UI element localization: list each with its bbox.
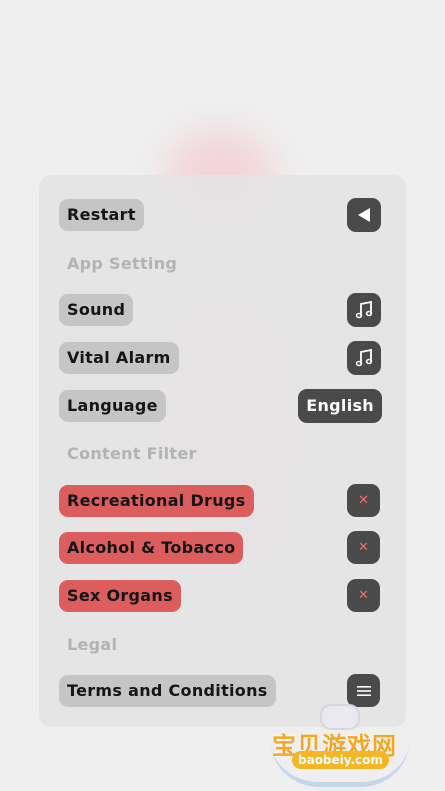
close-icon: ✕: [358, 540, 369, 555]
settings-screen: Restart App Setting Sound Vital Alarm La…: [0, 0, 445, 791]
filter-row-sex-organs: Sex Organs ✕: [59, 579, 380, 612]
filter-alcohol-toggle[interactable]: ✕: [347, 531, 380, 564]
language-select-button[interactable]: English: [298, 389, 382, 423]
section-app-setting: App Setting: [67, 254, 178, 273]
menu-icon: [356, 685, 371, 696]
filter-sex-organs-toggle[interactable]: ✕: [347, 579, 380, 612]
settings-panel: Restart App Setting Sound Vital Alarm La…: [39, 175, 406, 727]
sound-toggle-button[interactable]: [347, 293, 381, 327]
vital-alarm-row: Vital Alarm: [59, 341, 381, 375]
back-triangle-icon: [358, 208, 370, 222]
sound-row: Sound: [59, 293, 381, 327]
language-row: Language English: [59, 389, 382, 423]
filter-row-alcohol: Alcohol & Tobacco ✕: [59, 531, 380, 564]
close-icon: ✕: [358, 588, 369, 603]
filter-row-drugs: Recreational Drugs ✕: [59, 484, 380, 517]
filter-alcohol-tobacco[interactable]: Alcohol & Tobacco: [59, 531, 244, 564]
section-content-filter: Content Filter: [67, 444, 197, 463]
filter-sex-organs[interactable]: Sex Organs: [59, 579, 181, 612]
music-note-icon: [355, 300, 373, 319]
sound-setting-label[interactable]: Sound: [59, 294, 134, 326]
terms-and-conditions-label[interactable]: Terms and Conditions: [59, 674, 276, 707]
vital-alarm-toggle-button[interactable]: [347, 341, 381, 375]
restart-row: Restart: [59, 198, 381, 232]
restart-button[interactable]: Restart: [59, 199, 144, 231]
music-note-icon: [355, 348, 373, 367]
watermark: 宝贝游戏网 baobeiy.com: [266, 698, 418, 787]
language-setting-label[interactable]: Language: [59, 390, 166, 422]
section-legal: Legal: [67, 635, 118, 654]
watermark-url: baobeiy.com: [292, 751, 389, 769]
filter-drugs-toggle[interactable]: ✕: [347, 484, 380, 517]
filter-recreational-drugs[interactable]: Recreational Drugs: [59, 484, 254, 517]
close-icon: ✕: [358, 493, 369, 508]
back-button[interactable]: [347, 198, 381, 232]
vital-alarm-setting-label[interactable]: Vital Alarm: [59, 342, 179, 374]
